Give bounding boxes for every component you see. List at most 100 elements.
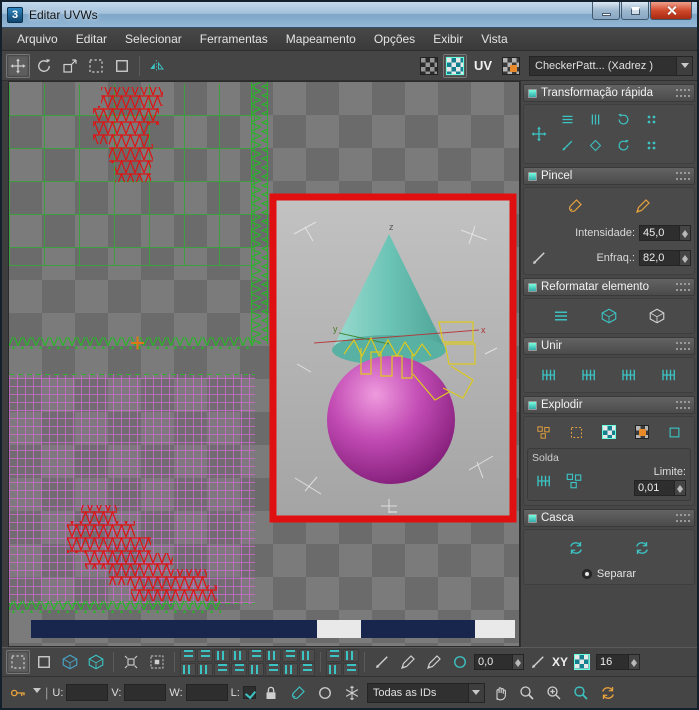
align-horizontal-button[interactable] [557,109,577,129]
spin-down-icon[interactable] [677,489,683,496]
align-right-button[interactable] [197,649,213,662]
flatten-custom-button[interactable] [632,422,652,442]
caret-down-icon[interactable] [33,688,41,697]
flatten-by-group-button[interactable] [533,422,553,442]
stitch-header[interactable]: Unir [523,337,695,355]
uv-editor-canvas[interactable]: z y x [8,81,520,647]
quick-transform-header[interactable]: Transformação rápida [523,84,695,102]
soft-selection-button[interactable] [448,650,472,674]
transform-type-in-button[interactable] [6,681,30,705]
straighten-selection-button[interactable] [549,304,573,328]
menu-opcoes[interactable]: Opções [365,29,424,49]
paint-select-button[interactable] [286,681,310,705]
filter-selected-faces-button[interactable] [313,681,337,705]
relax-element-button[interactable] [597,304,621,328]
freeform-pencil-button[interactable] [370,650,394,674]
pack-full-button[interactable] [343,649,359,662]
scale-tool-button[interactable] [58,54,82,78]
close-button[interactable] [650,2,692,20]
minimize-button[interactable] [592,2,620,20]
limit-field[interactable]: 0,01 [634,480,686,496]
space-vertical-button[interactable] [641,135,661,155]
align-top-button[interactable] [214,649,230,662]
break-button[interactable] [665,422,685,442]
maximize-button[interactable] [621,2,649,20]
quick-move-button[interactable] [527,122,551,146]
relax-brush-button[interactable] [631,194,655,218]
quick-peel-button[interactable] [564,536,588,560]
grid-size-spinner[interactable] [628,655,639,669]
menu-mapeamento[interactable]: Mapeamento [277,29,365,49]
intensity-spinner[interactable] [679,226,690,240]
shrink-selection-button[interactable] [145,650,169,674]
limit-spinner[interactable] [674,481,685,495]
grip-dots-icon[interactable] [676,283,690,291]
spin-down-icon[interactable] [682,234,688,241]
zoom-button[interactable] [515,681,539,705]
mirror-tool-button[interactable] [145,54,169,78]
menu-exibir[interactable]: Exibir [424,29,472,49]
rectify-element-button[interactable] [645,304,669,328]
show-map-button[interactable] [417,54,441,78]
linear-align-button[interactable] [557,135,577,155]
snap-grid-button[interactable] [570,650,594,674]
rotate-tool-button[interactable] [32,54,56,78]
zoom-to-selection-button[interactable] [596,681,620,705]
spin-up-icon[interactable] [631,656,637,663]
uv-canvas-svg[interactable]: z y x [9,82,520,647]
reshape-element-header[interactable]: Reformatar elemento [523,278,695,296]
grip-dots-icon[interactable] [676,342,690,350]
space-mode-label[interactable]: XY [552,655,568,669]
freeform-tool-button[interactable] [84,54,108,78]
menu-ferramentas[interactable]: Ferramentas [191,29,277,49]
snap-h-button[interactable] [248,663,264,676]
space-v-button[interactable] [265,649,281,662]
grip-dots-icon[interactable] [676,89,690,97]
u-field[interactable] [66,684,108,701]
freeze-button[interactable] [340,681,364,705]
select-region-tool[interactable] [6,650,30,674]
pack-v-button[interactable] [231,663,247,676]
peel-header[interactable]: Casca [523,509,695,527]
rotate-ccw-button[interactable] [613,109,633,129]
menu-editar[interactable]: Editar [67,29,116,49]
grip-dots-icon[interactable] [676,172,690,180]
grip-dots-icon[interactable] [676,401,690,409]
flatten-by-id-button[interactable] [566,422,586,442]
texture-dropdown[interactable]: CheckerPatt... (Xadrez ) [529,56,693,76]
subobject-select-button[interactable] [84,650,108,674]
brush-header[interactable]: Pincel [523,167,695,185]
distribute-h-button[interactable] [282,649,298,662]
pack-tight-button[interactable] [326,649,342,662]
flatten-by-face-button[interactable] [599,422,619,442]
menu-arquivo[interactable]: Arquivo [8,29,67,49]
align-vertical-button[interactable] [585,109,605,129]
lock-selection-button[interactable] [259,681,283,705]
zoom-extents-button[interactable] [542,681,566,705]
lock-aspect-checkbox[interactable] [243,686,256,699]
falloff-spinner[interactable] [679,251,690,265]
v-field[interactable] [124,684,166,701]
falloff-curve-button[interactable] [527,246,551,270]
move-tool-button[interactable] [6,54,30,78]
paint-move-brush-button[interactable] [563,194,587,218]
space-horizontal-button[interactable] [641,109,661,129]
explode-header[interactable]: Explodir [523,396,695,414]
edit-falloff-button[interactable] [526,650,550,674]
align-element-button[interactable] [585,135,605,155]
align-center-h-button[interactable] [180,663,196,676]
material-id-dropdown[interactable]: Todas as IDs [367,683,485,703]
rotate-pack-button[interactable] [343,663,359,676]
grid-size-field[interactable]: 16 [596,654,640,670]
stitch-average-button[interactable] [577,363,601,387]
pack-h-button[interactable] [214,663,230,676]
align-bottom-button[interactable] [231,649,247,662]
space-h-button[interactable] [248,649,264,662]
weld-selected-button[interactable] [532,469,556,493]
menu-vista[interactable]: Vista [472,29,516,49]
fit-v-button[interactable] [299,663,315,676]
stitch-custom-button[interactable] [537,363,561,387]
rescale-button[interactable] [326,663,342,676]
peel-mode-button[interactable] [630,536,654,560]
connect-vertices-button[interactable] [396,650,420,674]
